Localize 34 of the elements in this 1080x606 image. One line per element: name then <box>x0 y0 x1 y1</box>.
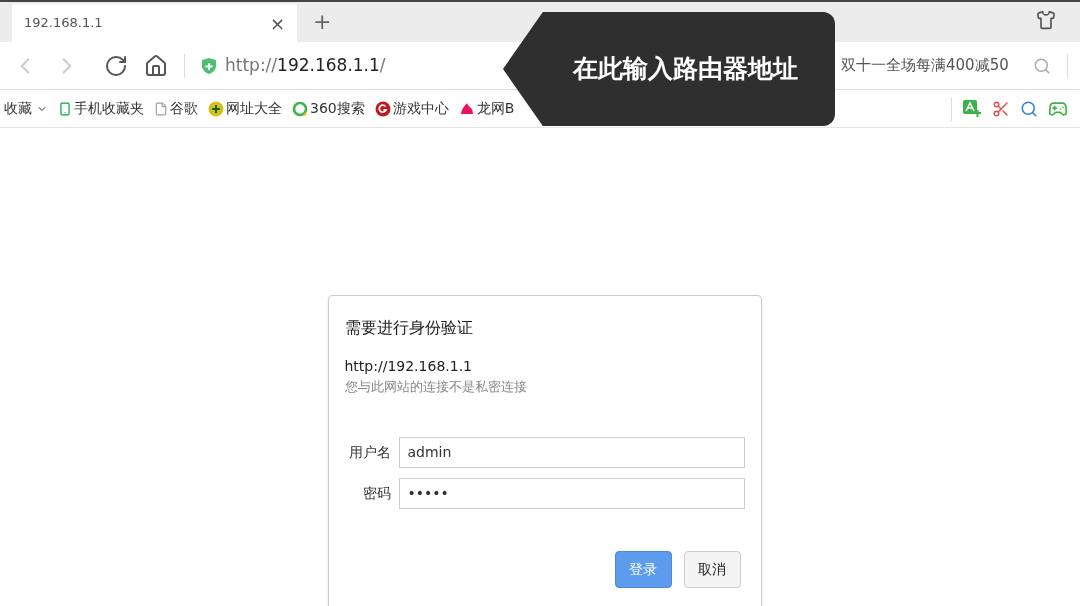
reload-icon[interactable] <box>104 53 128 78</box>
skin-icon[interactable] <box>1036 10 1056 30</box>
input-field[interactable]: ••••• <box>398 477 745 509</box>
address-url[interactable]: http://192.168.1.1/ <box>225 52 386 79</box>
browser-tab[interactable]: 192.168.1.1 × <box>12 4 297 42</box>
plus-circle-icon <box>208 100 224 117</box>
translate-icon[interactable] <box>962 98 982 119</box>
privacy-notice: 您与此网站的连接不是私密连接 <box>344 378 528 396</box>
search-field[interactable]: 双十一全场每满400减50 <box>841 54 1017 77</box>
scissors-icon[interactable] <box>992 99 1010 118</box>
dialog-button[interactable]: 取消 <box>683 550 741 588</box>
field-label: 密码 <box>361 483 391 503</box>
bookmark-link[interactable]: 网址大全 <box>226 98 282 119</box>
game-badge-icon <box>374 100 391 117</box>
bookmark-link[interactable]: 360搜索 <box>310 98 365 119</box>
shield-icon <box>201 56 217 75</box>
bookmark-link[interactable]: 谷歌 <box>170 98 198 119</box>
close-tab-button[interactable]: × <box>269 9 285 37</box>
ring-icon <box>292 100 308 117</box>
callout-text: 在此输入路由器地址 <box>572 53 798 85</box>
search-icon[interactable] <box>1033 56 1051 75</box>
bookmark-link[interactable]: 手机收藏夹 <box>74 98 144 119</box>
dialog-title: 需要进行身份验证 <box>344 317 474 339</box>
bookmark-link[interactable]: 龙网B <box>476 98 515 119</box>
site-url: http://192.168.1.1 <box>344 357 473 376</box>
bookmark-link[interactable]: 游戏中心 <box>392 98 449 119</box>
page-icon <box>154 101 168 116</box>
search-icon[interactable] <box>1020 99 1038 118</box>
input-field[interactable]: admin <box>398 436 745 468</box>
new-tab-button[interactable]: + <box>313 5 332 38</box>
favorites-menu[interactable]: 收藏 <box>4 98 48 119</box>
field-label: 用户名 <box>347 442 391 462</box>
home-icon[interactable] <box>144 53 168 78</box>
phone-icon <box>58 101 72 116</box>
